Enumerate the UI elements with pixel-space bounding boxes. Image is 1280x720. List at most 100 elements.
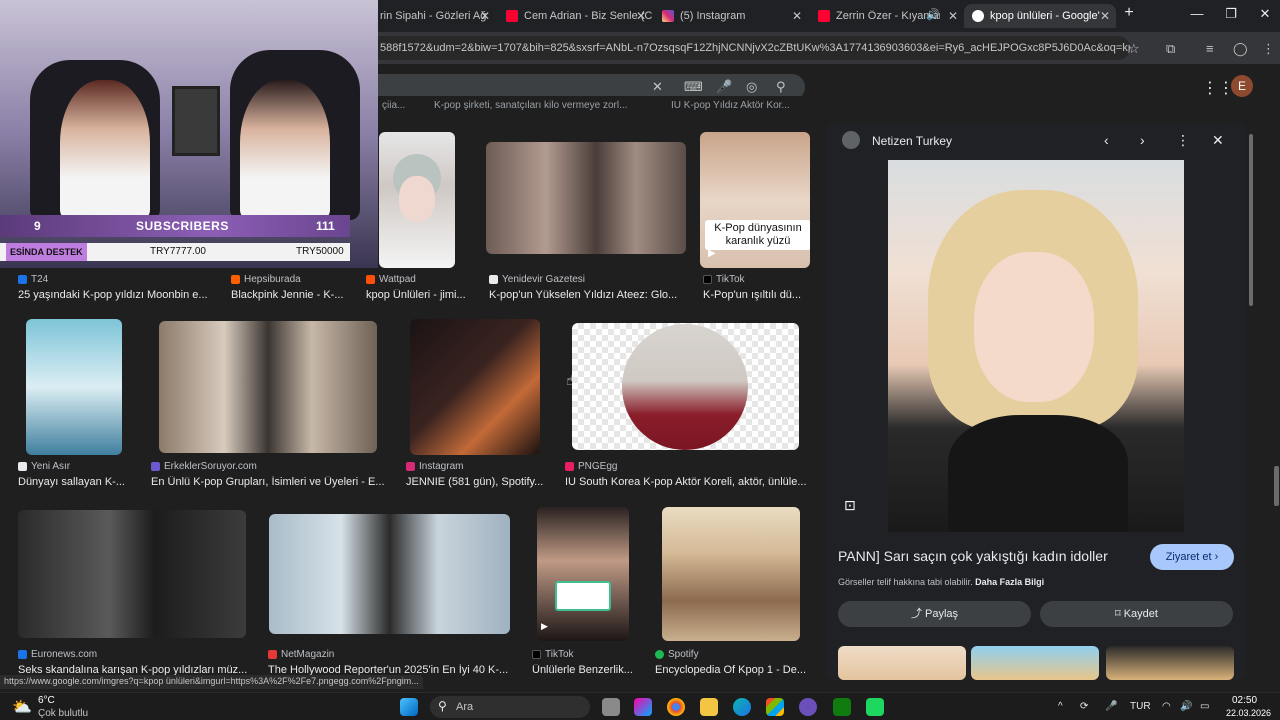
result-image[interactable] [379,132,455,268]
related-image[interactable] [838,646,966,680]
address-bar[interactable]: 588f1572&udm=2&biw=1707&bih=825&sxsrf=AN… [370,36,1130,60]
result-image[interactable]: ▶ [537,507,629,641]
profile-icon[interactable]: ◯ [1233,41,1248,57]
task-view-icon[interactable] [602,698,620,716]
tab-youtube-2[interactable]: Cem Adrian - Biz Senle (C ✕ [498,4,652,28]
wifi-icon[interactable]: ◠ [1162,701,1171,712]
extensions-icon[interactable]: ⧉ [1166,41,1175,57]
result-caption[interactable]: K-pop şirketi, sanatçıları kilo vermeye … [434,100,627,111]
result-image[interactable] [410,319,540,455]
copilot-icon[interactable] [634,698,652,716]
result-source[interactable]: PNGEgg [565,461,617,472]
result-caption[interactable]: JENNIE (581 gün), Spotify... [406,476,548,488]
visit-button[interactable]: Ziyaret et › [1150,544,1234,570]
result-caption[interactable]: En Ünlü K-pop Grupları, İsimleri ve Üyel… [151,476,387,488]
store-icon[interactable] [766,698,784,716]
play-icon[interactable]: ▶ [541,621,548,632]
result-caption[interactable]: 25 yaşındaki K-pop yıldızı Moonbin e... [18,289,214,301]
result-source[interactable]: Hepsiburada [231,274,301,285]
result-image[interactable] [572,323,799,450]
result-caption[interactable]: Dünyayı sallayan K-... [18,476,130,488]
close-tab-icon[interactable]: ✕ [948,9,958,23]
result-source[interactable]: TikTok [532,649,574,660]
result-source[interactable]: NetMagazin [268,649,334,660]
preview-image[interactable] [888,160,1184,532]
taskbar-search[interactable]: Ara [430,696,590,718]
app-icon[interactable] [799,698,817,716]
result-source[interactable]: T24 [18,274,48,285]
speaker-icon[interactable]: 🔊 [926,8,940,21]
result-caption[interactable]: Blackpink Jennie - K-... [231,289,351,301]
microphone-icon[interactable]: 🎤 [716,79,732,95]
maximize-icon[interactable]: ❐ [1221,6,1241,22]
tab-google[interactable]: kpop ünlüleri - Google'da ✕ [964,4,1116,28]
avatar[interactable]: E [1231,75,1253,97]
result-source[interactable]: TikTok [703,274,745,285]
clock-time[interactable]: 02:50 [1232,695,1257,706]
scrollbar[interactable] [1249,134,1253,306]
more-info-link[interactable]: Daha Fazla Bilgi [975,577,1044,587]
save-button[interactable]: ⌑ Kaydet [1040,601,1233,627]
close-panel-icon[interactable]: ✕ [1212,132,1224,149]
share-button[interactable]: ⤴ Paylaş [838,601,1031,627]
media-control-icon[interactable]: ≡ [1206,41,1214,56]
preview-site-name[interactable]: Netizen Turkey [872,134,952,148]
close-window-icon[interactable]: ✕ [1255,6,1275,22]
new-tab-icon[interactable]: + [1119,4,1139,22]
lens-search-icon[interactable]: ⊡ [844,497,856,514]
search-icon[interactable]: ⚲ [776,79,786,95]
result-caption[interactable]: Encyclopedia Of Kpop 1 - De... [655,664,809,676]
clear-icon[interactable]: ✕ [652,79,663,95]
result-caption[interactable]: K-Pop'un ışıltılı dü... [703,289,813,301]
result-source[interactable]: Yeni Asır [18,461,70,472]
clock-date[interactable]: 22.03.2026 [1226,708,1271,718]
weather-description[interactable]: Çok bulutlu [38,708,88,719]
result-caption[interactable]: IU K-pop Yıldız Aktör Kor... [671,100,790,111]
result-image[interactable] [486,142,686,254]
result-image[interactable]: K-Pop dünyasının karanlık yüzü ▶ [700,132,810,268]
result-caption[interactable]: çiia... [382,100,405,111]
more-options-icon[interactable]: ⋮ [1176,132,1190,149]
result-source[interactable]: ErkeklerSoruyor.com [151,461,257,472]
result-image[interactable] [18,510,246,638]
game-icon[interactable] [866,698,884,716]
result-image[interactable] [662,507,800,641]
minimize-icon[interactable]: — [1187,6,1207,21]
result-caption[interactable]: kpop Ünlüleri - jimi... [366,289,470,301]
close-tab-icon[interactable]: ✕ [1100,9,1110,23]
result-image[interactable] [269,514,510,634]
volume-icon[interactable]: 🔊 [1180,701,1192,712]
close-tab-icon[interactable]: ✕ [480,9,490,23]
result-image[interactable] [26,319,122,455]
sync-icon[interactable]: ⟳ [1080,701,1088,712]
menu-icon[interactable]: ⋮ [1262,41,1275,57]
related-image[interactable] [1106,646,1234,680]
microphone-icon[interactable]: 🎤 [1105,701,1117,712]
preview-caption[interactable]: PANN] Sarı saçın çok yakıştığı kadın ido… [838,548,1108,564]
play-icon[interactable]: ▶ [708,248,716,259]
tab-youtube-1[interactable]: rin Sipahi - Gözleri Ağ ✕ [372,4,496,28]
language-indicator[interactable]: TUR [1130,701,1151,712]
chrome-icon[interactable] [667,698,685,716]
result-source[interactable]: Wattpad [366,274,416,285]
page-scrollbar[interactable] [1274,466,1279,506]
xbox-icon[interactable] [833,698,851,716]
tab-instagram[interactable]: (5) Instagram ✕ [654,4,808,28]
keyboard-icon[interactable]: ⌨ [684,79,703,95]
weather-icon[interactable]: ⛅ [12,697,32,717]
edge-icon[interactable] [733,698,751,716]
result-source[interactable]: Instagram [406,461,463,472]
result-image[interactable] [159,321,377,453]
file-explorer-icon[interactable] [700,698,718,716]
close-tab-icon[interactable]: ✕ [792,9,802,23]
result-source[interactable]: Spotify [655,649,699,660]
weather-temperature[interactable]: 6°C [38,695,55,706]
bookmark-star-icon[interactable]: ☆ [1128,41,1140,57]
previous-icon[interactable]: ‹ [1104,132,1109,148]
battery-icon[interactable]: ▭ [1200,701,1209,712]
result-source[interactable]: Yenidevir Gazetesi [489,274,585,285]
result-caption[interactable]: K-pop'un Yükselen Yıldızı Ateez: Glo... [489,289,685,301]
related-image[interactable] [971,646,1099,680]
start-icon[interactable] [400,698,418,716]
result-source[interactable]: Euronews.com [18,649,97,660]
